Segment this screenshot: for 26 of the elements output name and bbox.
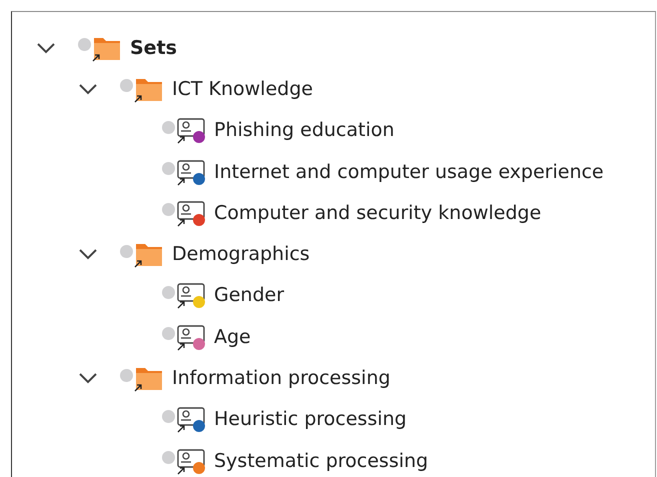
status-dot (162, 410, 175, 423)
chevron-down-icon[interactable] (78, 372, 98, 384)
chevron-down-icon[interactable] (78, 82, 98, 95)
chevron-down-icon[interactable] (78, 248, 98, 260)
folder-label[interactable]: Sets (130, 36, 177, 59)
chevron-down-icon[interactable] (36, 42, 56, 54)
set-label[interactable]: Computer and security knowledge (214, 202, 542, 224)
status-dot (120, 244, 133, 258)
status-dot (120, 79, 133, 92)
set-label[interactable]: Systematic processing (214, 450, 428, 472)
folder-label[interactable]: Information processing (172, 367, 390, 390)
status-dot (162, 451, 175, 464)
status-dot (162, 327, 175, 340)
status-dot (120, 368, 133, 382)
set-label[interactable]: Gender (214, 284, 284, 306)
status-dot (162, 120, 175, 134)
folder-label[interactable]: ICT Knowledge (172, 78, 313, 100)
set-label[interactable]: Heuristic processing (214, 408, 407, 430)
status-dot (162, 162, 175, 176)
status-dot (78, 38, 91, 52)
status-dot (162, 203, 175, 216)
status-dot (162, 286, 175, 299)
set-label[interactable]: Age (214, 326, 251, 348)
set-label[interactable]: Phishing education (214, 119, 394, 142)
folder-label[interactable]: Demographics (172, 243, 310, 266)
set-label[interactable]: Internet and computer usage experience (214, 160, 604, 183)
